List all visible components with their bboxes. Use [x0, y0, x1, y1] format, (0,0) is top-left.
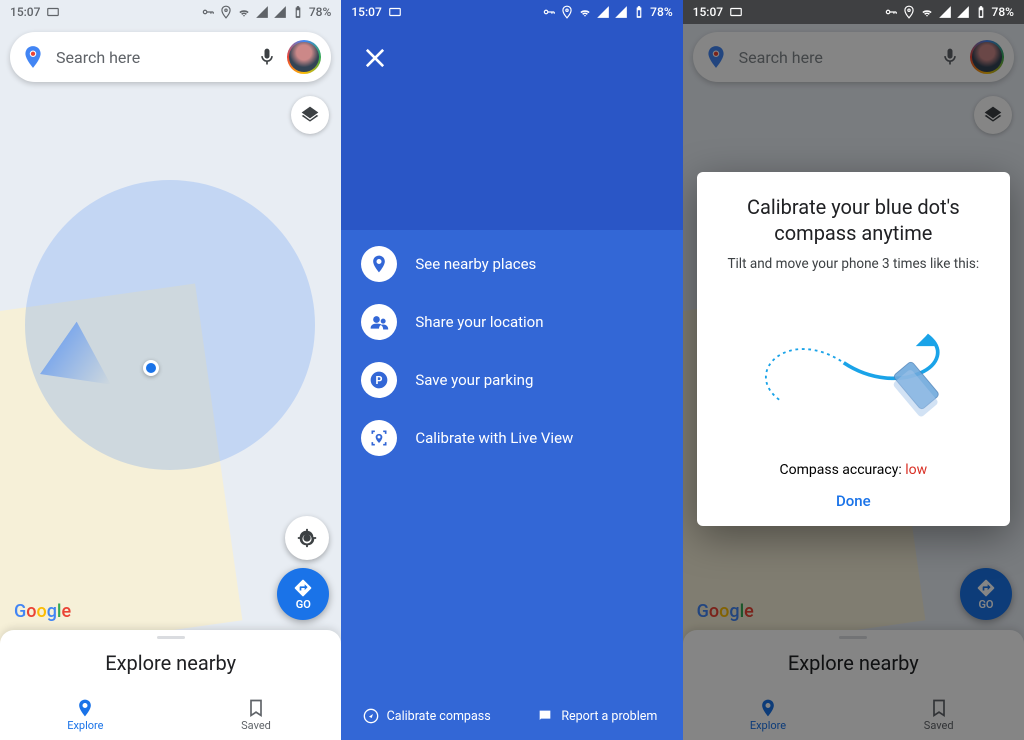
- search-placeholder: Search here: [56, 48, 257, 67]
- dialog-subtitle: Tilt and move your phone 3 times like th…: [715, 256, 992, 272]
- status-bar: 15:07 78%: [0, 0, 341, 24]
- signal-icon-2: [956, 5, 970, 19]
- compass-accuracy-line: Compass accuracy: low: [715, 462, 992, 478]
- calibrate-dialog: Calibrate your blue dot'scompass anytime…: [697, 172, 1010, 526]
- map-canvas[interactable]: [0, 0, 341, 740]
- menu-label: Share your location: [415, 313, 543, 331]
- recenter-button[interactable]: [285, 516, 329, 560]
- vpn-key-icon: [542, 5, 556, 19]
- bottom-nav: Explore Saved: [0, 690, 341, 740]
- status-bar: 15:07 78%: [683, 0, 1024, 24]
- current-location-dot[interactable]: [143, 360, 159, 376]
- status-time: 15:07: [351, 5, 381, 19]
- close-button[interactable]: [361, 44, 389, 72]
- done-button[interactable]: Done: [715, 492, 992, 510]
- blue-dot-menu-screen: 15:07 78% See nearby places Share your l…: [341, 0, 682, 740]
- wifi-icon: [920, 5, 934, 19]
- location-icon: [902, 5, 916, 19]
- menu-item-live-view[interactable]: Calibrate with Live View: [361, 420, 670, 456]
- maps-main-screen: 15:07 78% Search here GO Goog: [0, 0, 341, 740]
- explore-sheet[interactable]: Explore nearby: [0, 630, 341, 690]
- search-bar[interactable]: Search here: [10, 32, 331, 82]
- go-label: GO: [296, 598, 311, 611]
- signal-icon: [938, 5, 952, 19]
- vpn-key-icon: [884, 5, 898, 19]
- vpn-key-icon: [201, 5, 215, 19]
- mic-icon[interactable]: [257, 47, 277, 67]
- menu-item-save-parking[interactable]: P Save your parking: [361, 362, 670, 398]
- status-time: 15:07: [693, 5, 723, 19]
- battery-icon: [974, 5, 988, 19]
- live-view-icon: [361, 420, 397, 456]
- svg-text:P: P: [376, 374, 383, 387]
- status-battery-pct: 78%: [650, 5, 672, 19]
- google-watermark: Google: [14, 601, 71, 622]
- footer-label: Calibrate compass: [387, 709, 491, 724]
- menu-label: Save your parking: [415, 371, 533, 389]
- status-bar: 15:07 78%: [341, 0, 682, 24]
- parking-icon: P: [361, 362, 397, 398]
- menu-label: See nearby places: [415, 255, 536, 273]
- blue-dot-menu-list: See nearby places Share your location P …: [361, 246, 670, 456]
- report-problem-button[interactable]: Report a problem: [512, 708, 683, 724]
- status-battery-pct: 78%: [309, 5, 331, 19]
- menu-footer: Calibrate compass Report a problem: [341, 692, 682, 740]
- card-icon: [388, 5, 402, 19]
- status-time: 15:07: [10, 5, 40, 19]
- nav-saved[interactable]: Saved: [171, 690, 342, 740]
- accuracy-radius: [25, 180, 315, 470]
- account-avatar[interactable]: [287, 40, 321, 74]
- signal-icon: [255, 5, 269, 19]
- calibrate-dialog-screen: Search here GO Google Explore nearby Exp…: [683, 0, 1024, 740]
- accuracy-value: low: [905, 462, 927, 478]
- card-icon: [46, 5, 60, 19]
- menu-header-area: [341, 0, 682, 230]
- nav-explore-label: Explore: [67, 719, 103, 732]
- footer-label: Report a problem: [561, 709, 657, 724]
- wifi-icon: [237, 5, 251, 19]
- location-icon: [560, 5, 574, 19]
- battery-icon: [291, 5, 305, 19]
- menu-item-nearby[interactable]: See nearby places: [361, 246, 670, 282]
- dialog-title: Calibrate your blue dot'scompass anytime: [715, 194, 992, 246]
- nav-explore[interactable]: Explore: [0, 690, 171, 740]
- menu-item-share-location[interactable]: Share your location: [361, 304, 670, 340]
- battery-icon: [632, 5, 646, 19]
- calibrate-compass-button[interactable]: Calibrate compass: [341, 708, 512, 724]
- signal-icon-2: [273, 5, 287, 19]
- menu-label: Calibrate with Live View: [415, 429, 573, 447]
- go-button[interactable]: GO: [277, 568, 329, 620]
- wifi-icon: [578, 5, 592, 19]
- figure-eight-illustration: [715, 292, 992, 452]
- sheet-title: Explore nearby: [105, 651, 236, 675]
- status-battery-pct: 78%: [992, 5, 1014, 19]
- share-location-icon: [361, 304, 397, 340]
- google-logo-icon: [20, 44, 46, 70]
- signal-icon: [596, 5, 610, 19]
- card-icon: [729, 5, 743, 19]
- signal-icon-2: [614, 5, 628, 19]
- sheet-drag-handle[interactable]: [157, 636, 185, 639]
- location-icon: [219, 5, 233, 19]
- nav-saved-label: Saved: [241, 719, 271, 732]
- accuracy-label: Compass accuracy:: [780, 462, 906, 478]
- pin-target-icon: [361, 246, 397, 282]
